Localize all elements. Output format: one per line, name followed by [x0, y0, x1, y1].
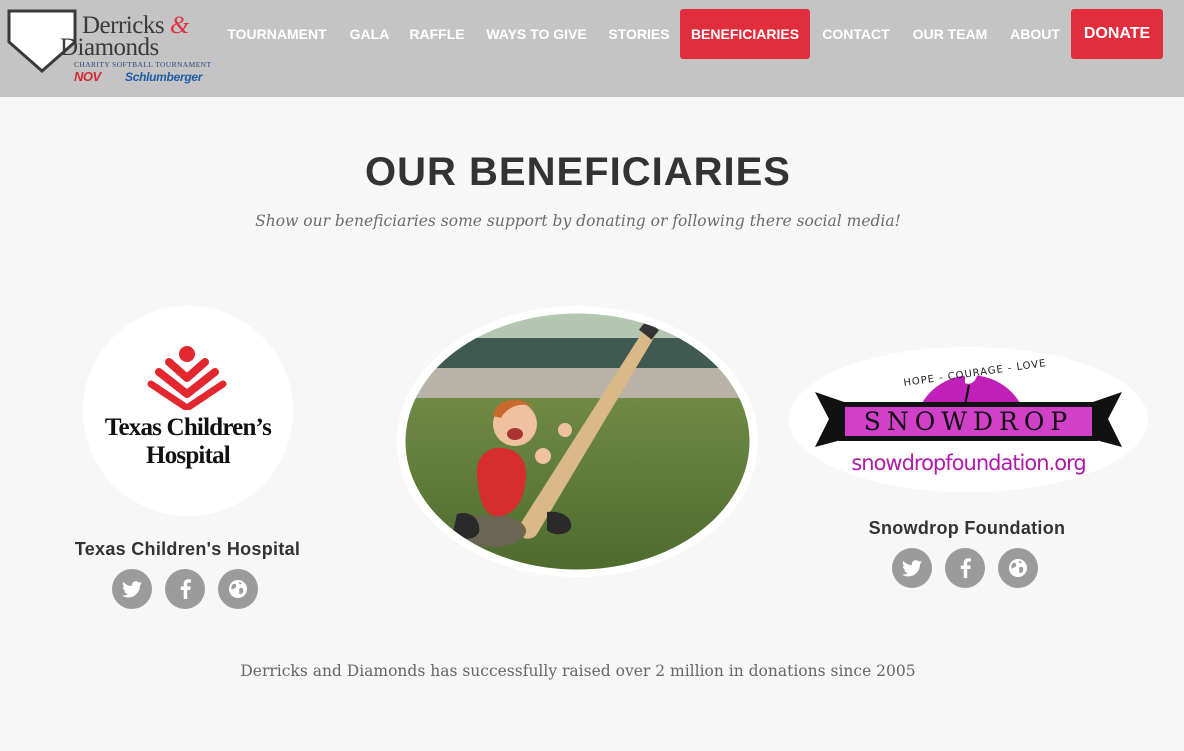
snowdrop-url-text: snowdropfoundation.org — [851, 451, 1086, 475]
page-subtitle: Show our beneficiaries some support by d… — [255, 212, 901, 230]
featured-photo — [397, 306, 758, 577]
nav-item-tournament[interactable]: TOURNAMENT — [214, 9, 340, 59]
site-logo[interactable]: Derricks & Diamonds CHARITY SOFTBALL TOU… — [6, 8, 216, 88]
tch-heart-hands-icon — [147, 346, 227, 410]
facebook-icon — [960, 558, 971, 578]
snowdrop-foundation-logo[interactable]: HOPE - COURAGE - LOVE SNOWDROP snowdropf… — [789, 347, 1148, 492]
twitter-icon — [122, 580, 142, 597]
child-with-bat-photo — [401, 309, 754, 574]
nav-item-gala[interactable]: GALA — [341, 9, 398, 59]
texas-childrens-hospital-logo[interactable]: Texas Children’s Hospital — [83, 306, 293, 516]
nav-item-our-team[interactable]: OUR TEAM — [902, 9, 998, 59]
sponsor-logo-schlumberger: Schlumberger — [125, 70, 203, 84]
donate-button[interactable]: DONATE — [1071, 9, 1163, 59]
tch-twitter-link[interactable] — [112, 569, 152, 609]
nav-item-about[interactable]: ABOUT — [1000, 9, 1070, 59]
tch-logo-text-line-1: Texas Children’s — [104, 414, 272, 441]
snowdrop-twitter-link[interactable] — [892, 548, 932, 588]
tch-website-link[interactable] — [218, 569, 258, 609]
logo-tagline: CHARITY SOFTBALL TOURNAMENT — [74, 60, 212, 69]
facebook-icon — [180, 579, 191, 599]
beneficiary-name-snowdrop: Snowdrop Foundation — [868, 518, 1066, 538]
nav-item-ways-to-give[interactable]: WAYS TO GIVE — [476, 9, 597, 59]
logo-text-line-2: Diamonds — [60, 34, 159, 61]
beneficiary-name-tch: Texas Children's Hospital — [74, 539, 301, 559]
page-title: OUR BENEFICIARIES — [365, 150, 791, 194]
globe-icon — [229, 580, 247, 598]
nav-item-beneficiaries[interactable]: BENEFICIARIES — [680, 9, 810, 59]
nav-item-stories[interactable]: STORIES — [600, 9, 678, 59]
snowdrop-facebook-link[interactable] — [945, 548, 985, 588]
tch-facebook-link[interactable] — [165, 569, 205, 609]
sponsor-logo-nov: NOV — [74, 69, 101, 84]
twitter-icon — [902, 559, 922, 576]
snowdrop-banner-text: SNOWDROP — [863, 407, 1074, 436]
fundraising-summary: Derricks and Diamonds has successfully r… — [240, 662, 916, 680]
tch-logo-text-line-2: Hospital — [146, 442, 231, 469]
site-header: Derricks & Diamonds CHARITY SOFTBALL TOU… — [0, 0, 1184, 97]
nav-item-raffle[interactable]: RAFFLE — [400, 9, 474, 59]
globe-icon — [1009, 559, 1027, 577]
nav-item-contact[interactable]: CONTACT — [812, 9, 900, 59]
snowdrop-website-link[interactable] — [998, 548, 1038, 588]
